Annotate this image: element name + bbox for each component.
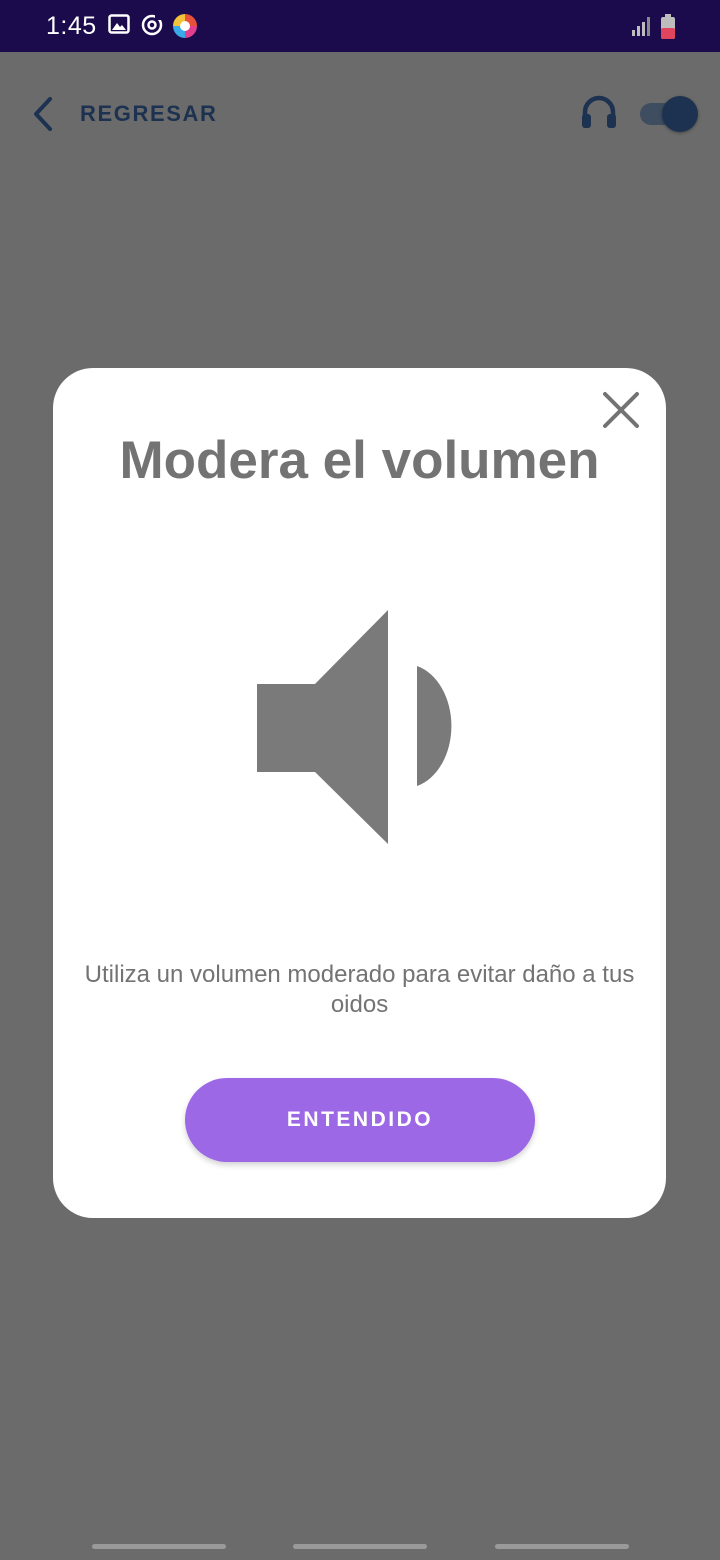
nav-back-handle[interactable] xyxy=(495,1544,629,1549)
back-label: REGRESAR xyxy=(80,101,218,126)
gallery-icon xyxy=(108,13,130,40)
dialog-message: Utiliza un volumen moderado para evitar … xyxy=(84,961,635,1018)
close-button[interactable] xyxy=(599,390,643,434)
status-time: 1:45 xyxy=(46,12,97,40)
status-bar: 1:45 xyxy=(0,0,720,52)
understood-button[interactable]: ENTENDIDO xyxy=(185,1078,535,1162)
nav-recents-handle[interactable] xyxy=(92,1544,226,1549)
toggle-thumb xyxy=(662,96,698,132)
volume-dialog: Modera el volumen Utiliza un volumen mod… xyxy=(53,368,666,1218)
signal-icon xyxy=(630,15,652,42)
sync-icon xyxy=(140,13,164,42)
back-button[interactable]: REGRESAR xyxy=(28,94,218,134)
nav-home-handle[interactable] xyxy=(293,1544,427,1549)
headphones-icon[interactable] xyxy=(580,94,618,135)
dialog-title: Modera el volumen xyxy=(119,431,600,490)
app-notification-icon xyxy=(172,13,198,44)
speaker-volume-icon xyxy=(257,610,457,851)
battery-icon xyxy=(660,14,676,45)
audio-toggle[interactable] xyxy=(638,96,698,132)
chevron-left-icon xyxy=(28,94,58,134)
navigation-bar xyxy=(0,1535,720,1560)
close-icon xyxy=(601,390,641,435)
